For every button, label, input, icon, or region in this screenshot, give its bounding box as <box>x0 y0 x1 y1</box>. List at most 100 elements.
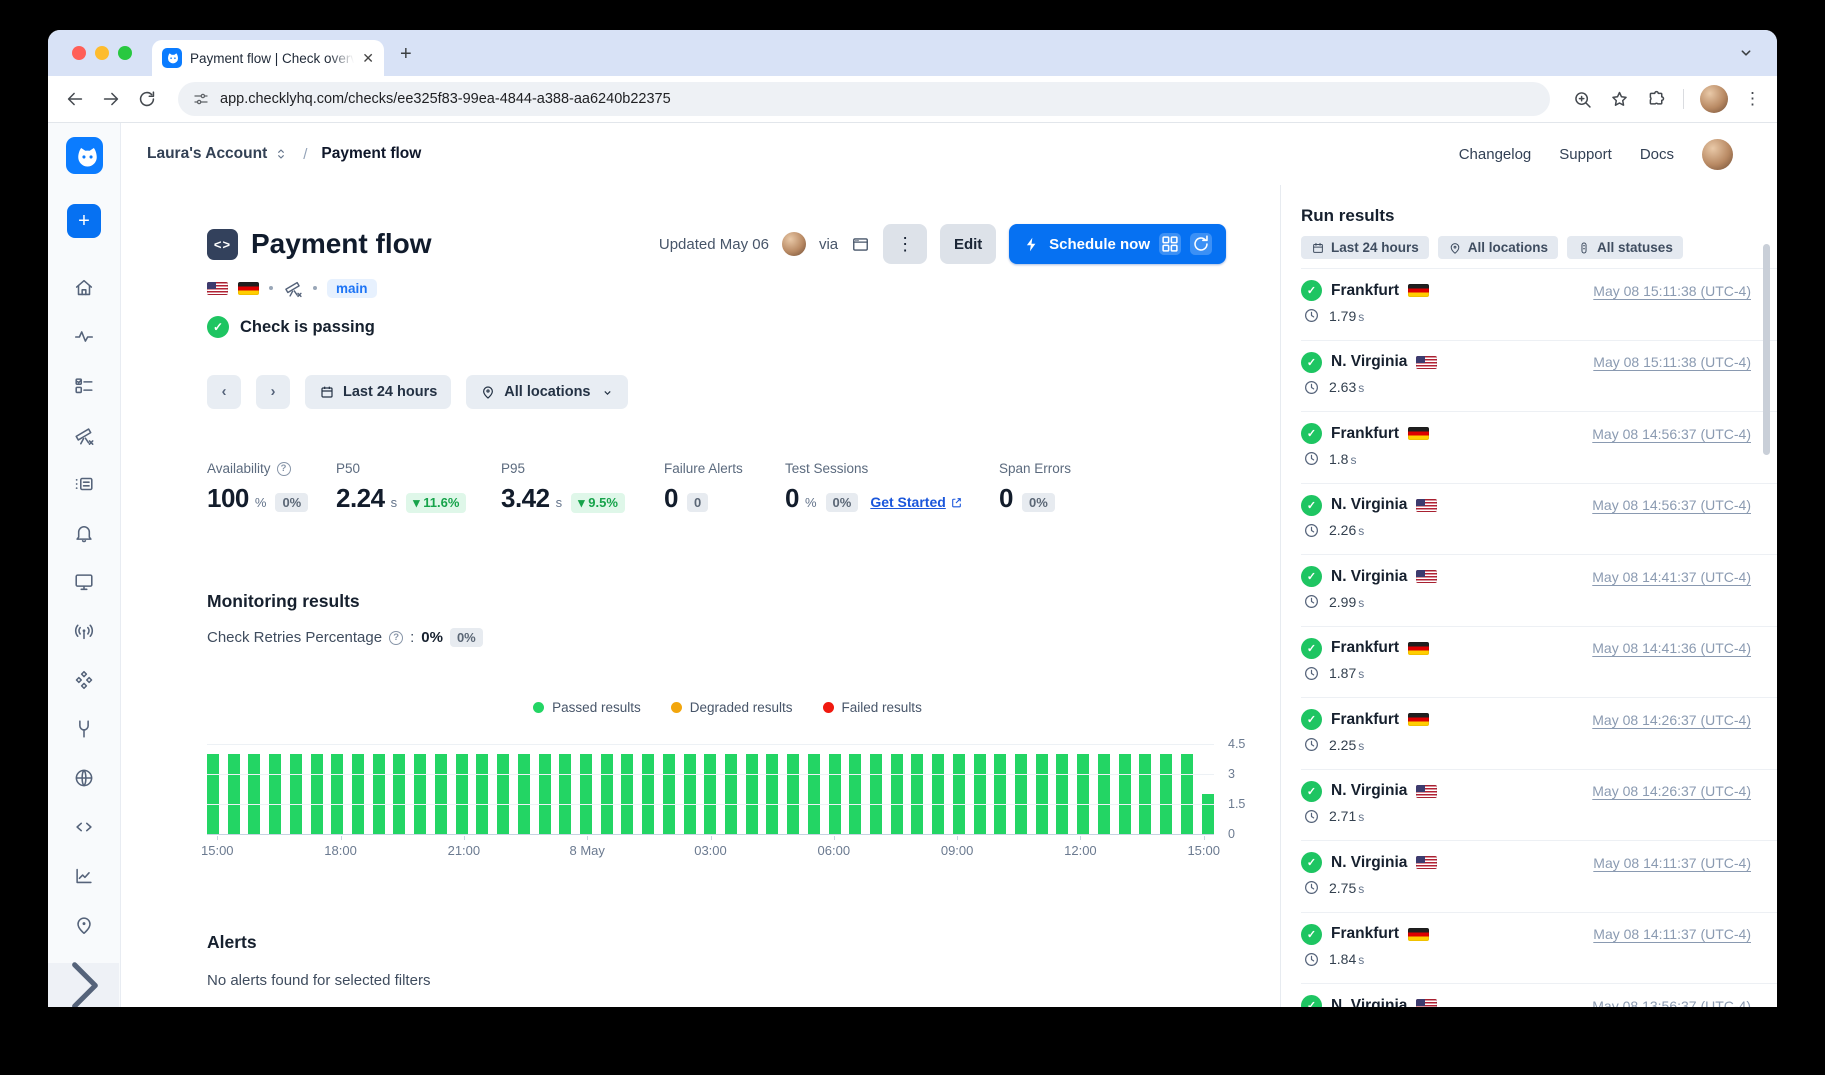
run-row[interactable]: ✓ Frankfurt May 08 14:11:37 (UTC-4) 1.84… <box>1301 912 1777 984</box>
extensions-icon[interactable] <box>1646 89 1667 110</box>
run-timestamp-link[interactable]: May 08 14:26:37 (UTC-4) <box>1592 712 1751 728</box>
panel-scrollbar[interactable] <box>1763 244 1770 455</box>
reload-icon[interactable] <box>136 88 158 110</box>
result-bar <box>269 754 281 834</box>
account-switcher-icon[interactable] <box>273 146 289 162</box>
sidebar-nav-icon[interactable] <box>73 914 95 936</box>
run-timestamp-link[interactable]: May 08 15:11:38 (UTC-4) <box>1593 354 1751 370</box>
sidebar-nav-icon[interactable] <box>73 620 95 642</box>
browser-menu-icon[interactable]: ⋮ <box>1744 89 1761 109</box>
forward-icon[interactable] <box>100 88 122 110</box>
header-nav-link[interactable]: Docs <box>1640 146 1674 163</box>
header-nav-link[interactable]: Changelog <box>1459 146 1532 163</box>
stat-label: Failure Alerts <box>664 461 743 476</box>
result-bar <box>580 754 592 834</box>
zoom-page-icon[interactable] <box>1572 89 1593 110</box>
run-row[interactable]: ✓ Frankfurt May 08 14:26:37 (UTC-4) 2.25… <box>1301 697 1777 769</box>
x-axis-label: 06:00 <box>818 843 851 858</box>
checkly-logo[interactable] <box>66 137 103 174</box>
run-row[interactable]: ✓ N. Virginia May 08 13:56:37 (UTC-4) <box>1301 983 1777 1007</box>
run-flag-icon <box>1416 785 1437 798</box>
sidebar-nav-icon[interactable] <box>73 375 95 397</box>
check-status-text: Check is passing <box>240 318 375 337</box>
run-timestamp-link[interactable]: May 08 14:56:37 (UTC-4) <box>1592 426 1751 442</box>
run-timestamp-link[interactable]: May 08 14:41:37 (UTC-4) <box>1592 569 1751 585</box>
sidebar-nav-icon[interactable] <box>73 816 95 838</box>
new-tab-button[interactable]: + <box>400 43 412 66</box>
tab-close-icon[interactable]: ✕ <box>362 50 374 67</box>
run-timestamp-link[interactable]: May 08 14:41:36 (UTC-4) <box>1592 640 1751 656</box>
result-bar <box>311 754 323 834</box>
sidebar-nav-icon[interactable] <box>73 277 95 299</box>
locations-filter-button[interactable]: All locations <box>466 375 627 409</box>
run-row[interactable]: ✓ N. Virginia May 08 14:41:37 (UTC-4) 2.… <box>1301 554 1777 626</box>
zoom-window-button[interactable] <box>118 46 132 60</box>
user-avatar[interactable] <box>1702 139 1733 170</box>
prev-range-button[interactable]: ‹ <box>207 375 241 409</box>
minimize-window-button[interactable] <box>95 46 109 60</box>
run-timestamp-link[interactable]: May 08 14:26:37 (UTC-4) <box>1592 783 1751 799</box>
back-icon[interactable] <box>64 88 86 110</box>
run-row[interactable]: ✓ N. Virginia May 08 14:26:37 (UTC-4) 2.… <box>1301 769 1777 841</box>
run-row[interactable]: ✓ N. Virginia May 08 14:56:37 (UTC-4) 2.… <box>1301 483 1777 555</box>
run-timestamp-link[interactable]: May 08 14:11:37 (UTC-4) <box>1593 926 1751 942</box>
info-icon[interactable]: ? <box>389 631 403 645</box>
browser-profile-avatar[interactable] <box>1700 85 1728 113</box>
legend-dot-icon <box>671 702 682 713</box>
edit-button[interactable]: Edit <box>940 224 996 264</box>
header-nav-link[interactable]: Support <box>1559 146 1612 163</box>
sidebar-nav-icon[interactable] <box>73 571 95 593</box>
site-settings-icon[interactable] <box>192 90 210 108</box>
next-range-button[interactable]: › <box>256 375 290 409</box>
check-options-button[interactable]: ⋮ <box>883 224 927 264</box>
x-axis-label: 15:00 <box>201 843 234 858</box>
tab-search-chevron-icon[interactable] <box>1735 42 1757 64</box>
run-timestamp-link[interactable]: May 08 15:11:38 (UTC-4) <box>1593 283 1751 299</box>
sidebar-nav-icon[interactable] <box>73 473 95 495</box>
x-axis-label: 03:00 <box>694 843 727 858</box>
sidebar-nav-icon[interactable] <box>73 767 95 789</box>
sidebar-nav-icon[interactable] <box>73 326 95 348</box>
result-bar <box>994 754 1006 834</box>
bookmark-star-icon[interactable] <box>1609 89 1630 110</box>
info-icon[interactable]: ? <box>277 462 291 476</box>
run-row[interactable]: ✓ N. Virginia May 08 14:11:37 (UTC-4) 2.… <box>1301 840 1777 912</box>
sidebar-collapse-button[interactable] <box>48 963 119 1007</box>
browser-tab[interactable]: Payment flow | Check overvie ✕ <box>152 40 384 76</box>
sidebar-nav-icon[interactable] <box>73 865 95 887</box>
sidebar-nav-icon[interactable] <box>73 718 95 740</box>
address-bar[interactable]: app.checklyhq.com/checks/ee325f83-99ea-4… <box>178 82 1550 116</box>
date-range-button[interactable]: Last 24 hours <box>305 375 451 409</box>
get-started-link[interactable]: Get Started <box>870 494 962 510</box>
sidebar-nav-icon[interactable] <box>73 522 95 544</box>
de-flag-icon <box>238 282 259 295</box>
result-bar <box>870 754 882 834</box>
run-row[interactable]: ✓ Frankfurt May 08 14:56:37 (UTC-4) 1.8s <box>1301 411 1777 483</box>
legend-item[interactable]: Failed results <box>823 700 922 715</box>
run-row[interactable]: ✓ N. Virginia May 08 15:11:38 (UTC-4) 2.… <box>1301 340 1777 412</box>
run-row[interactable]: ✓ Frankfurt May 08 15:11:38 (UTC-4) 1.79… <box>1301 268 1777 340</box>
filter-chip[interactable]: Last 24 hours <box>1301 236 1429 259</box>
legend-item[interactable]: Passed results <box>533 700 641 715</box>
result-bar <box>559 754 571 834</box>
run-flag-icon <box>1408 427 1429 440</box>
result-bar <box>456 754 468 834</box>
sidebar-nav-icon[interactable] <box>73 424 95 446</box>
monitoring-heading: Monitoring results <box>207 591 1280 612</box>
run-row[interactable]: ✓ Frankfurt May 08 14:41:36 (UTC-4) 1.87… <box>1301 626 1777 698</box>
close-window-button[interactable] <box>72 46 86 60</box>
schedule-now-button[interactable]: Schedule now <box>1009 224 1226 264</box>
breadcrumb-account[interactable]: Laura's Account <box>147 145 267 163</box>
run-timestamp-link[interactable]: May 08 14:11:37 (UTC-4) <box>1593 855 1751 871</box>
branch-badge[interactable]: main <box>327 279 377 298</box>
y-axis-label: 4.5 <box>1228 737 1245 751</box>
run-flag-icon <box>1416 999 1437 1007</box>
create-button[interactable]: + <box>67 204 101 238</box>
clock-icon <box>1303 379 1320 396</box>
legend-item[interactable]: Degraded results <box>671 700 793 715</box>
filter-chip[interactable]: All statuses <box>1567 236 1683 259</box>
run-timestamp-link[interactable]: May 08 13:56:37 (UTC-4) <box>1592 998 1751 1008</box>
filter-chip[interactable]: All locations <box>1438 236 1558 259</box>
sidebar-nav-icon[interactable] <box>73 669 95 691</box>
run-timestamp-link[interactable]: May 08 14:56:37 (UTC-4) <box>1592 497 1751 513</box>
